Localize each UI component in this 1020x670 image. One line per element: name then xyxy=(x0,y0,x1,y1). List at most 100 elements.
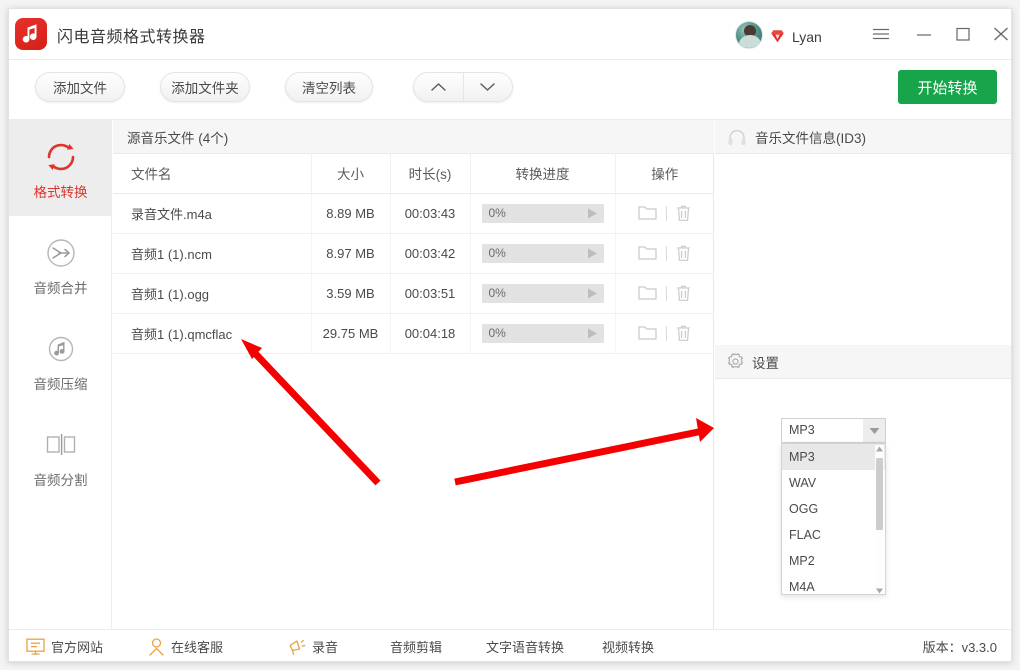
chevron-up-icon xyxy=(431,83,446,91)
cell-duration: 00:03:43 xyxy=(390,193,471,234)
scroll-up-arrow-icon[interactable] xyxy=(876,446,883,452)
cell-size: 8.97 MB xyxy=(311,233,391,274)
file-list-header: 源音乐文件 (4个) xyxy=(113,120,714,154)
settings-panel-title: 设置 xyxy=(752,355,779,371)
dropdown-option-wav[interactable]: WAV xyxy=(782,470,885,496)
video-convert-link[interactable]: 视频转换 xyxy=(602,630,655,661)
online-support-link[interactable]: 在线客服 xyxy=(148,630,224,661)
folder-icon[interactable] xyxy=(638,325,657,341)
column-header-filename: 文件名 xyxy=(113,154,312,194)
person-icon xyxy=(149,637,164,656)
action-separator xyxy=(666,325,668,341)
format-dropdown-list[interactable]: MP3 WAV OGG FLAC MP2 M4A xyxy=(781,443,886,595)
cell-filename: 音频1 (1).qmcflac xyxy=(113,313,312,354)
scrollbar-thumb[interactable] xyxy=(876,458,883,530)
cell-progress: 0% xyxy=(470,233,616,274)
official-website-link[interactable]: 官方网站 xyxy=(26,630,103,661)
scroll-down-arrow-icon[interactable] xyxy=(876,588,883,594)
bottom-item-label: 视频转换 xyxy=(602,640,655,655)
title-bar: 闪电音频格式转换器 Lyan xyxy=(9,9,1011,60)
column-header-size: 大小 xyxy=(311,154,391,194)
column-header-duration: 时长(s) xyxy=(390,154,471,194)
user-name: Lyan xyxy=(792,29,822,45)
move-up-button[interactable] xyxy=(414,73,463,101)
dropdown-option-flac[interactable]: FLAC xyxy=(782,522,885,548)
move-down-button[interactable] xyxy=(462,73,513,101)
sidebar-item-label: 音频压缩 xyxy=(33,377,88,392)
progress-value: 0% xyxy=(488,245,506,260)
chevron-down-icon xyxy=(863,419,885,442)
play-triangle-icon[interactable] xyxy=(587,208,598,219)
sidebar-item-audio-split[interactable]: 音频分割 xyxy=(9,408,112,504)
bottom-item-label: 在线客服 xyxy=(171,640,224,655)
sidebar: 格式转换 音频合并 音频压缩 音频分割 xyxy=(9,120,112,629)
merge-arrows-icon xyxy=(42,231,80,275)
sidebar-item-audio-merge[interactable]: 音频合并 xyxy=(9,216,112,312)
dropdown-option-m4a[interactable]: M4A xyxy=(782,574,885,594)
refresh-circle-icon xyxy=(41,135,81,179)
close-icon[interactable] xyxy=(991,26,1011,46)
audio-edit-link[interactable]: 音频剪辑 xyxy=(390,630,443,661)
play-triangle-icon[interactable] xyxy=(587,248,598,259)
bottom-item-label: 音频剪辑 xyxy=(390,640,443,655)
start-convert-button[interactable]: 开始转换 xyxy=(898,70,997,104)
add-file-button[interactable]: 添加文件 xyxy=(35,72,125,102)
progress-bar: 0% xyxy=(481,323,604,343)
table-row[interactable]: 音频1 (1).ogg 3.59 MB 00:03:51 0% xyxy=(113,273,714,314)
avatar[interactable] xyxy=(735,21,763,49)
bottom-bar: 官方网站 在线客服 录音 音频剪辑 文字语音转换 视频转换 版本：v3.3.0 xyxy=(9,629,1011,661)
column-header-actions: 操作 xyxy=(615,154,714,194)
text-to-speech-link[interactable]: 文字语音转换 xyxy=(486,630,565,661)
bottom-item-label: 文字语音转换 xyxy=(486,640,565,655)
cell-size: 3.59 MB xyxy=(311,273,391,314)
add-folder-button[interactable]: 添加文件夹 xyxy=(160,72,250,102)
file-list-panel: 源音乐文件 (4个) 文件名 大小 时长(s) 转换进度 操作 录音文件.m4a… xyxy=(113,120,714,629)
folder-icon[interactable] xyxy=(638,205,657,221)
folder-icon[interactable] xyxy=(638,245,657,261)
table-row[interactable]: 录音文件.m4a 8.89 MB 00:03:43 0% xyxy=(113,193,714,234)
application-window: 闪电音频格式转换器 Lyan 添加文件 添加文件夹 清空列表 开始转换 格式转换… xyxy=(8,8,1012,662)
dropdown-option-ogg[interactable]: OGG xyxy=(782,496,885,522)
action-separator xyxy=(666,285,668,301)
trash-icon[interactable] xyxy=(676,245,691,262)
play-triangle-icon[interactable] xyxy=(587,328,598,339)
trash-icon[interactable] xyxy=(676,285,691,302)
app-logo-icon xyxy=(15,18,47,50)
vip-crown-icon xyxy=(771,30,784,43)
trash-icon[interactable] xyxy=(676,325,691,342)
app-title: 闪电音频格式转换器 xyxy=(57,29,206,46)
sidebar-item-audio-compress[interactable]: 音频压缩 xyxy=(9,312,112,408)
folder-icon[interactable] xyxy=(638,285,657,301)
settings-panel-header: 设置 xyxy=(715,345,1011,379)
cell-filename: 录音文件.m4a xyxy=(113,193,312,234)
play-triangle-icon[interactable] xyxy=(587,288,598,299)
progress-value: 0% xyxy=(488,325,506,340)
cell-filename: 音频1 (1).ogg xyxy=(113,273,312,314)
table-row[interactable]: 音频1 (1).qmcflac 29.75 MB 00:04:18 0% xyxy=(113,313,714,354)
sidebar-item-label: 音频合并 xyxy=(33,281,88,296)
minimize-icon[interactable] xyxy=(914,26,936,46)
format-select[interactable]: MP3 xyxy=(781,418,886,443)
cell-actions xyxy=(615,193,714,234)
table-row[interactable]: 音频1 (1).ncm 8.97 MB 00:03:42 0% xyxy=(113,233,714,274)
sidebar-item-label: 音频分割 xyxy=(33,473,88,488)
sidebar-item-format-convert[interactable]: 格式转换 xyxy=(9,120,112,216)
hamburger-menu-icon[interactable] xyxy=(871,26,893,46)
cell-progress: 0% xyxy=(470,193,616,234)
cell-duration: 00:03:42 xyxy=(390,233,471,274)
cell-size: 8.89 MB xyxy=(311,193,391,234)
action-separator xyxy=(666,205,668,221)
trash-icon[interactable] xyxy=(676,205,691,222)
dropdown-scrollbar[interactable] xyxy=(875,445,884,594)
cell-size: 29.75 MB xyxy=(311,313,391,354)
dropdown-option-mp2[interactable]: MP2 xyxy=(782,548,885,574)
dropdown-option-mp3[interactable]: MP3 xyxy=(782,444,885,470)
version-label: 版本：v3.3.0 xyxy=(922,640,997,655)
cell-actions xyxy=(615,233,714,274)
maximize-icon[interactable] xyxy=(953,26,975,46)
cell-filename: 音频1 (1).ncm xyxy=(113,233,312,274)
recorder-link[interactable]: 录音 xyxy=(286,630,339,661)
cell-progress: 0% xyxy=(470,273,616,314)
clear-list-button[interactable]: 清空列表 xyxy=(285,72,373,102)
bottom-item-label: 录音 xyxy=(312,640,339,655)
